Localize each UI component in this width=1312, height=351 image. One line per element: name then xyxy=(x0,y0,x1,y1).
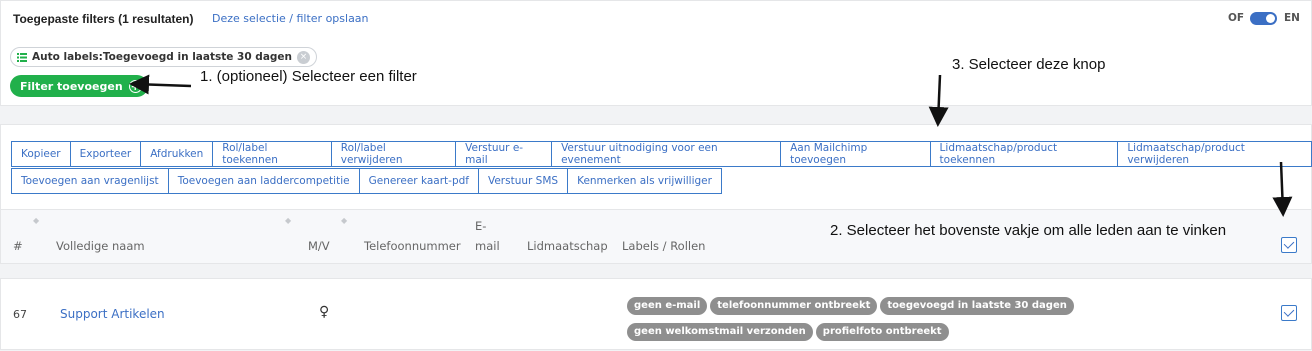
arrow-to-action-button xyxy=(928,74,949,127)
annotation-arrows xyxy=(129,74,1293,217)
arrow-to-add-filter xyxy=(129,74,192,95)
arrow-to-select-all xyxy=(1272,161,1293,217)
